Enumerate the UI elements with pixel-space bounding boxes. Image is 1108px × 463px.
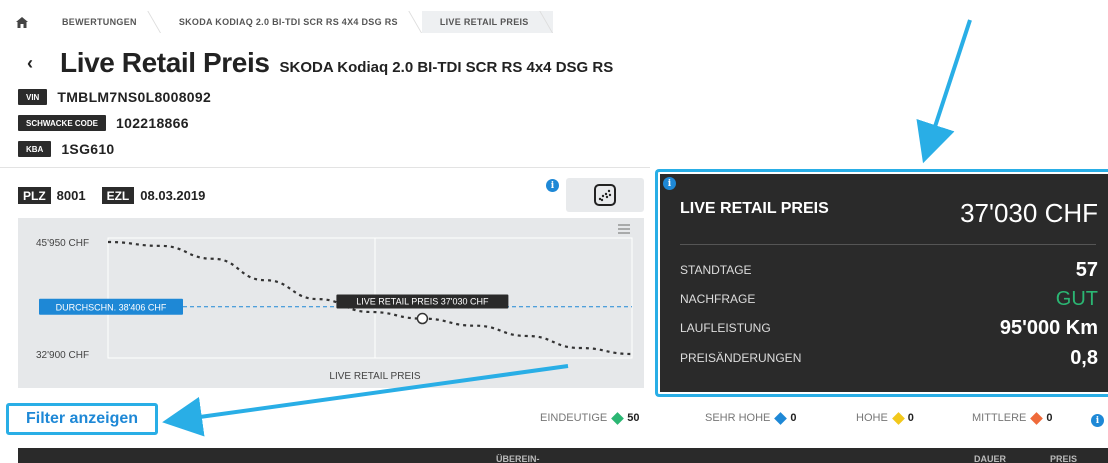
legend-count: 50: [627, 412, 640, 424]
live-retail-marker: [416, 312, 429, 325]
breadcrumb: BEWERTUNGEN SKODA KODIAQ 2.0 BI-TDI SCR …: [0, 11, 553, 33]
x-axis-label: LIVE RETAIL PREIS: [329, 371, 420, 382]
ezl-value: 08.03.2019: [140, 188, 206, 203]
vin-row: VIN TMBLM7NS0L8008092: [18, 87, 211, 107]
legend-count: 0: [907, 412, 914, 424]
blue-diamond-icon: [774, 411, 788, 425]
page-title: Live Retail Preis: [60, 47, 270, 78]
panel-row-value: 95'000 Km: [999, 316, 1098, 339]
y-tick-label-max: 45'950 CHF: [36, 238, 89, 249]
results-table-header: ÜBEREIN- DAUER PREIS: [18, 448, 1108, 463]
legend-label: MITTLERE: [972, 412, 1027, 424]
info-icon[interactable]: i: [546, 179, 559, 192]
panel-row-label: STANDTAGE: [680, 263, 752, 277]
kba-tag: KBA: [18, 141, 52, 157]
panel-price: 37'030 CHF: [960, 198, 1098, 228]
legend-item-eindeutige[interactable]: EINDEUTIGE 50: [540, 411, 640, 425]
back-button[interactable]: ‹: [0, 46, 60, 80]
section-divider: [0, 167, 650, 168]
panel-row-value: 0,8: [1070, 346, 1098, 369]
panel-row-value: GUT: [1055, 287, 1098, 310]
panel-row-standtage: STANDTAGE 57: [680, 258, 1098, 282]
legend-count: 0: [790, 412, 797, 424]
column-header-dauer[interactable]: DAUER: [974, 454, 1006, 463]
ezl-tag: EZL: [101, 187, 135, 204]
breadcrumb-item-current: LIVE RETAIL PREIS: [421, 11, 553, 33]
y-tick-label-min: 32'900 CHF: [36, 350, 89, 361]
legend-item-hohe[interactable]: HOHE 0: [856, 411, 914, 425]
panel-row-label: PREISÄNDERUNGEN: [680, 351, 802, 365]
panel-title: LIVE RETAIL PREIS: [680, 200, 829, 217]
live-retail-panel: i LIVE RETAIL PREIS 37'030 CHF STANDTAGE…: [660, 174, 1108, 392]
column-header-uebereinstimmung[interactable]: ÜBEREIN-: [496, 454, 540, 463]
legend-item-mittlere[interactable]: MITTLERE 0: [972, 411, 1053, 425]
schwacke-value: 102218866: [116, 115, 189, 131]
legend-item-sehr-hohe[interactable]: SEHR HOHE 0: [705, 411, 797, 425]
plz-value: 8001: [56, 188, 86, 203]
scatter-plot-icon: [594, 184, 616, 206]
home-icon[interactable]: [0, 11, 44, 33]
panel-divider: [680, 244, 1096, 245]
page-subtitle: SKODA Kodiaq 2.0 BI-TDI SCR RS 4x4 DSG R…: [279, 58, 614, 76]
kba-row: KBA 1SG610: [18, 139, 115, 159]
column-header-preis[interactable]: PREIS: [1050, 454, 1077, 463]
yellow-diamond-icon: [891, 411, 905, 425]
price-chart-svg: 45'950 CHF 32'900 CHF DURCHSCHN. 38'406 CH…: [36, 224, 633, 382]
legend-count: 0: [1046, 412, 1053, 424]
panel-info-icon[interactable]: i: [663, 177, 676, 190]
price-chart: 45'950 CHF 32'900 CHF DURCHSCHN. 38'406 CH…: [18, 218, 644, 388]
chart-meta: PLZ 8001 EZL 08.03.2019: [18, 187, 221, 204]
panel-row-label: NACHFRAGE: [680, 292, 756, 306]
panel-row-laufleistung: LAUFLEISTUNG 95'000 Km: [680, 316, 1098, 340]
kba-value: 1SG610: [61, 141, 115, 157]
legend-label: SEHR HOHE: [705, 412, 771, 424]
vin-tag: VIN: [18, 89, 48, 105]
average-label: DURCHSCHN. 38'406 CHF: [56, 303, 167, 313]
panel-row-label: LAUFLEISTUNG: [680, 321, 771, 335]
legend-label: EINDEUTIGE: [540, 412, 608, 424]
green-diamond-icon: [611, 411, 625, 425]
panel-row-preisaenderungen: PREISÄNDERUNGEN 0,8: [680, 346, 1098, 370]
title-row: ‹ Live Retail Preis SKODA Kodiaq 2.0 BI-…: [0, 46, 613, 80]
marker-label: LIVE RETAIL PREIS 37'030 CHF: [356, 297, 489, 307]
scatter-plot-button[interactable]: [566, 178, 644, 212]
vin-value: TMBLM7NS0L8008092: [57, 89, 212, 105]
orange-diamond-icon: [1030, 411, 1044, 425]
legend-info-icon[interactable]: i: [1091, 414, 1104, 427]
schwacke-row: SCHWACKE CODE 102218866: [18, 113, 189, 133]
panel-row-value: 57: [1075, 258, 1098, 281]
breadcrumb-item-vehicle[interactable]: SKODA KODIAQ 2.0 BI-TDI SCR RS 4X4 DSG R…: [161, 11, 422, 33]
legend-label: HOHE: [856, 412, 888, 424]
filter-button[interactable]: Filter anzeigen: [6, 403, 158, 435]
schwacke-tag: SCHWACKE CODE: [18, 115, 107, 131]
breadcrumb-item-bewertungen[interactable]: BEWERTUNGEN: [44, 11, 161, 33]
arrow-to-panel: [916, 19, 972, 164]
plz-tag: PLZ: [18, 187, 51, 204]
panel-row-nachfrage: NACHFRAGE GUT: [680, 287, 1098, 311]
chevron-left-icon: ‹: [27, 52, 33, 73]
